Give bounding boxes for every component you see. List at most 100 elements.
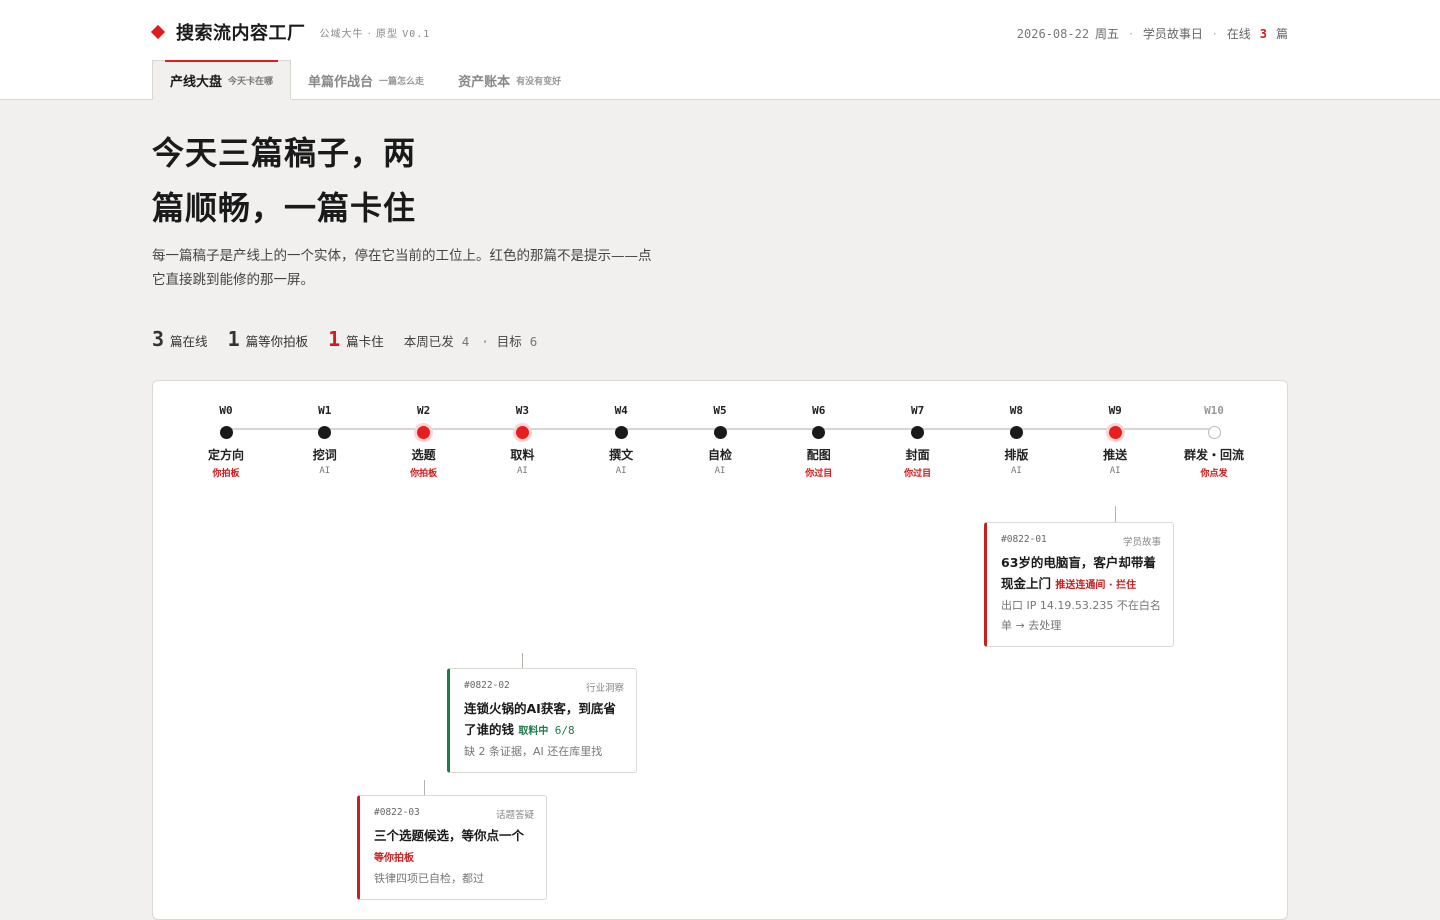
- tab-sublabel: 有没有变好: [516, 76, 562, 87]
- card-title: 63岁的电脑盲，客户却带着现金上门 推送连通间 · 拦住: [1001, 552, 1161, 596]
- tab-label: 单篇作战台: [308, 74, 374, 90]
- separator: ·: [1129, 26, 1133, 41]
- station-name: 定方向: [207, 448, 244, 462]
- station-code: W9: [1108, 404, 1122, 417]
- station-owner: AI: [1010, 466, 1022, 476]
- station-status-dot-icon: [1108, 426, 1122, 439]
- brand-subtitle: 公域大牛 · 原型 V0.1: [320, 25, 431, 40]
- station-w7[interactable]: W7 封面 你过目: [873, 401, 963, 479]
- card-category: 行业洞察: [585, 683, 624, 694]
- weekday: 周五: [1095, 27, 1120, 41]
- station-owner: AI: [714, 466, 726, 476]
- station-name: 推送: [1103, 448, 1128, 462]
- tab-sublabel: 一篇怎么走: [379, 76, 425, 87]
- station-owner: 你过目: [904, 469, 932, 479]
- station-owner: AI: [319, 466, 331, 476]
- station-w0[interactable]: W0 定方向 你拍板: [181, 401, 271, 479]
- diamond-logo-icon: [150, 24, 166, 40]
- brand[interactable]: 搜索流内容工厂 公域大牛 · 原型 V0.1: [150, 19, 431, 45]
- tab-single-workbench[interactable]: 单篇作战台 一篇怎么走: [291, 60, 441, 100]
- card-header: #0822-02 行业洞察: [464, 680, 624, 694]
- online-prefix: 在线: [1226, 27, 1251, 41]
- station-code: W2: [416, 404, 431, 417]
- station-w8[interactable]: W8 排版 AI: [971, 401, 1061, 476]
- article-card[interactable]: #0822-02 行业洞察连锁火锅的AI获客，到底省了谁的钱 取料中 6/8 缺 2…: [447, 668, 637, 773]
- station-status-dot-icon: [911, 426, 925, 439]
- card-category: 学员故事: [1122, 537, 1161, 548]
- card-note: 出口 IP 14.19.53.235 不在白名单 → 去处理: [1001, 599, 1161, 632]
- stats-bar: 3 篇在线 1 篇等你拍板 1 篇卡住 本周已发 4 · 目标 6: [152, 327, 541, 351]
- station-name: 撰文: [609, 448, 634, 462]
- card-status: 取料中: [518, 726, 549, 737]
- card-id: #0822-03: [374, 807, 420, 818]
- station-owner: 你拍板: [212, 469, 240, 479]
- station-code: W1: [318, 404, 332, 417]
- stat-online-label: 篇在线: [170, 334, 208, 349]
- pipeline-board: W0 定方向 你拍板 W1 挖词 AI W2 选题 你拍板 W3 取料 AI W4 撰文 AI W5 自检 AI W…: [152, 380, 1288, 920]
- week-label: 本周已发: [403, 334, 454, 349]
- station-name: 排版: [1004, 448, 1029, 462]
- header-meta: 2026-08-22 周五 · 学员故事日 · 在线 3 篇: [1017, 25, 1288, 42]
- station-status-dot-icon: [417, 426, 431, 439]
- stat-stuck-number: 1: [328, 327, 341, 351]
- brand-tag: 公域大牛 · 原型: [319, 28, 399, 40]
- station-name: 自检: [707, 448, 732, 462]
- station-code: W6: [812, 404, 826, 417]
- separator: ·: [1212, 26, 1217, 41]
- brand-version: V0.1: [402, 28, 431, 40]
- station-w10[interactable]: W10 群发・回流 你点发: [1169, 401, 1259, 479]
- tab-label: 资产账本: [458, 74, 511, 90]
- current-date: 2026-08-22: [1016, 26, 1090, 41]
- station-w4[interactable]: W4 撰文 AI: [576, 401, 666, 476]
- station-code: W4: [614, 404, 628, 417]
- station-status-dot-icon: [812, 426, 826, 439]
- day-theme: 学员故事日: [1142, 27, 1203, 41]
- tab-bar: 产线大盘 今天卡在哪 单篇作战台 一篇怎么走 资产账本 有没有变好: [152, 60, 578, 100]
- station-w5[interactable]: W5 自检 AI: [675, 401, 765, 476]
- tab-sublabel: 今天卡在哪: [228, 76, 274, 87]
- stat-waiting: 1 篇等你拍板: [228, 327, 309, 351]
- article-card[interactable]: #0822-01 学员故事 63岁的电脑盲，客户却带着现金上门 推送连通间 · 拦住…: [984, 522, 1174, 647]
- tab-asset-ledger[interactable]: 资产账本 有没有变好: [441, 60, 578, 100]
- station-w1[interactable]: W1 挖词 AI: [280, 401, 370, 476]
- card-header: #0822-01 学员故事: [1001, 534, 1161, 548]
- stat-online: 3 篇在线: [152, 327, 208, 351]
- card-connector: [1115, 506, 1117, 522]
- page-description: 每一篇稿子是产线上的一个实体，停在它当前的工位上。红色的那篇不是提示——点它直接…: [152, 248, 652, 288]
- app-header: 搜索流内容工厂 公域大牛 · 原型 V0.1 2026-08-22 周五 · 学…: [0, 0, 1440, 100]
- station-code: W8: [1009, 404, 1024, 417]
- stat-stuck: 1 篇卡住: [328, 327, 384, 351]
- station-w9[interactable]: W9 推送 AI: [1070, 401, 1160, 476]
- stat-waiting-label: 篇等你拍板: [245, 334, 309, 349]
- station-w2[interactable]: W2 选题你拍板: [379, 401, 469, 479]
- card-progress: 6/8: [554, 724, 575, 737]
- station-w3[interactable]: W3 取料 AI: [477, 401, 567, 476]
- stat-stuck-label: 篇卡住: [346, 334, 384, 349]
- station-owner: 你拍板: [410, 469, 438, 479]
- page-title: 今天三篇稿子，两篇顺畅，一篇卡住: [152, 134, 417, 227]
- station-status-dot-icon: [1207, 426, 1221, 439]
- station-name: 选题: [411, 448, 436, 462]
- week-value: 4: [461, 334, 470, 349]
- stat-waiting-number: 1: [227, 327, 240, 351]
- card-title: 连锁火锅的AI获客，到底省了谁的钱 取料中 6/8: [464, 698, 624, 742]
- station-status-dot-icon: [1009, 426, 1023, 439]
- station-status-dot-icon: [515, 426, 529, 439]
- card-connector: [423, 780, 425, 795]
- card-status: 等你拍板: [374, 853, 414, 864]
- station-code: W7: [910, 404, 925, 417]
- card-note: 缺 2 条证据，AI 还在库里找: [464, 745, 603, 758]
- separator: ·: [481, 334, 489, 349]
- target-label: 目标: [496, 334, 522, 349]
- weekly-progress: 本周已发 4 · 目标 6: [404, 331, 542, 350]
- station-w6[interactable]: W6 配图 你过目: [774, 401, 864, 479]
- station-name: 取料: [510, 448, 535, 462]
- station-owner: 你点发: [1200, 469, 1228, 479]
- station-status-dot-icon: [318, 426, 332, 439]
- station-status-dot-icon: [614, 426, 628, 439]
- article-card[interactable]: #0822-03 话题答疑 三个选题候选，等你点一个 等你拍板 铁律四项已自检，都过: [357, 795, 547, 900]
- station-name: 配图: [806, 448, 831, 462]
- station-status-dot-icon: [713, 426, 727, 439]
- tab-pipeline-overview[interactable]: 产线大盘 今天卡在哪: [152, 60, 292, 100]
- station-code: W3: [515, 404, 530, 417]
